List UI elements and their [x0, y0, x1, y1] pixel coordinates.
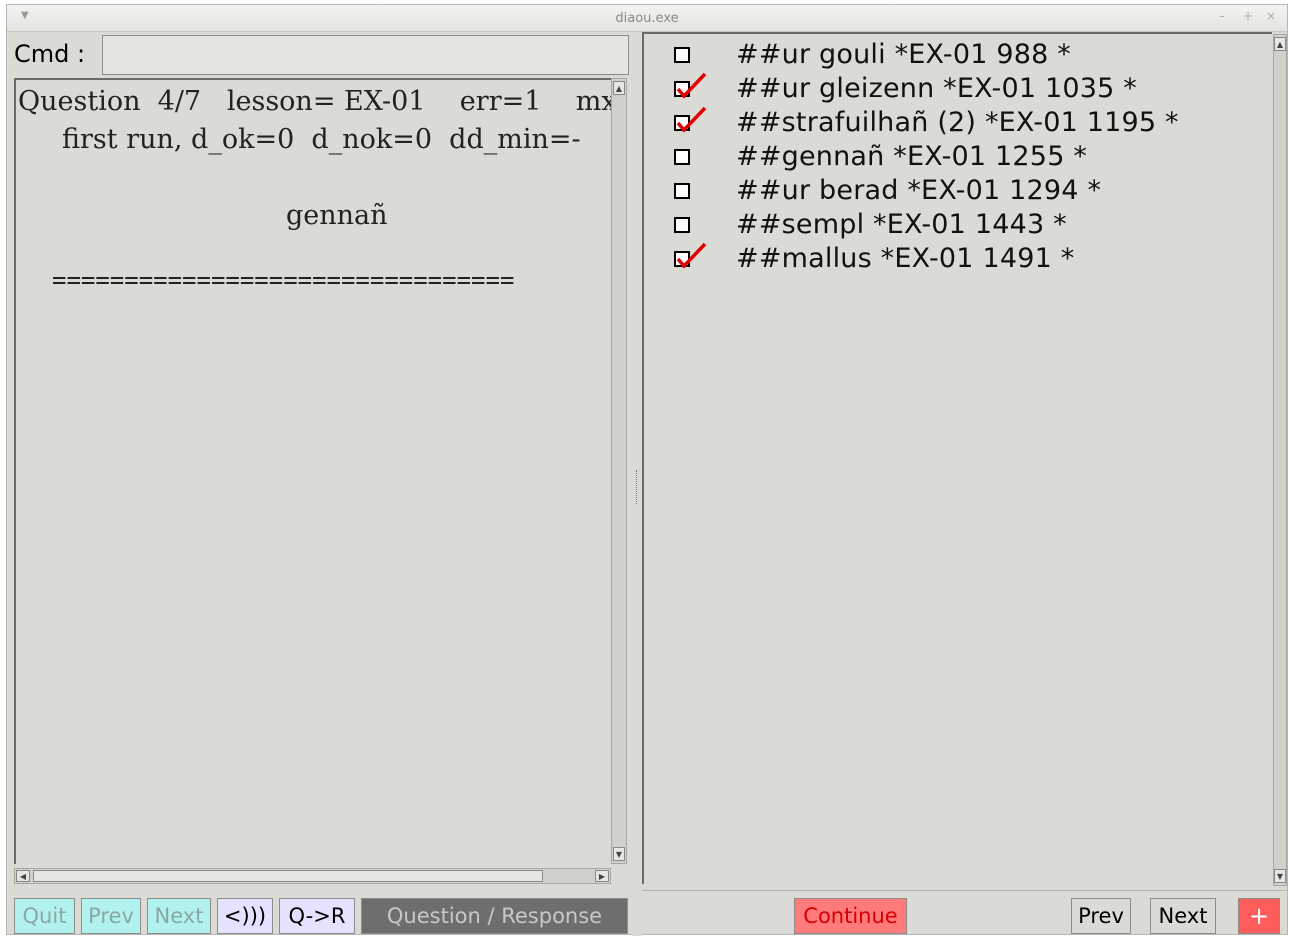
- scroll-down-icon[interactable]: ▼: [1274, 869, 1286, 883]
- list-item-label: ##ur berad *EX-01 1294 *: [736, 175, 1102, 206]
- quit-button[interactable]: Quit: [14, 898, 75, 934]
- checkmark-icon: [676, 242, 707, 269]
- list-item-label: ##ur gouli *EX-01 988 *: [736, 39, 1072, 70]
- minimize-icon[interactable]: –: [1219, 9, 1225, 23]
- title-bar: ▼ diaou.exe – + ×: [7, 5, 1287, 32]
- checkbox[interactable]: [674, 242, 707, 269]
- audio-button[interactable]: <))): [217, 898, 273, 934]
- add-button[interactable]: +: [1238, 898, 1280, 934]
- question-text-area[interactable]: Question 4/7 lesson= EX-01 err=1 mx firs…: [14, 78, 611, 864]
- horizontal-scroll-thumb[interactable]: [33, 870, 543, 882]
- checkbox[interactable]: [674, 106, 707, 133]
- word-list: ##ur gouli *EX-01 988 * ##ur gleizenn *E…: [642, 32, 1272, 884]
- list-item-label: ##ur gleizenn *EX-01 1035 *: [736, 73, 1137, 104]
- next-button[interactable]: Next: [1150, 898, 1216, 934]
- right-pane: ##ur gouli *EX-01 988 * ##ur gleizenn *E…: [642, 32, 1288, 934]
- run-stats-line: first run, d_ok=0 d_nok=0 dd_min=-: [62, 124, 581, 155]
- close-icon[interactable]: ×: [1266, 9, 1276, 23]
- left-pane: Cmd : Question 4/7 lesson= EX-01 err=1 m…: [10, 32, 632, 934]
- continue-button[interactable]: Continue: [794, 898, 907, 934]
- list-item-label: ##sempl *EX-01 1443 *: [736, 209, 1067, 240]
- cmd-label: Cmd :: [14, 40, 86, 68]
- checkbox[interactable]: [674, 149, 690, 165]
- question-header-line: Question 4/7 lesson= EX-01 err=1 mx: [18, 86, 611, 117]
- scroll-up-icon[interactable]: ▲: [1274, 37, 1286, 51]
- question-horizontal-scrollbar[interactable]: ◀ ▶: [14, 868, 611, 884]
- list-item-label: ##strafuilhañ (2) *EX-01 1195 *: [736, 107, 1179, 138]
- scroll-left-icon[interactable]: ◀: [16, 870, 30, 882]
- prev-button[interactable]: Prev: [81, 898, 141, 934]
- checkbox[interactable]: [674, 183, 690, 199]
- pane-splitter[interactable]: [632, 32, 642, 936]
- checkbox[interactable]: [674, 217, 690, 233]
- scroll-right-icon[interactable]: ▶: [595, 870, 609, 882]
- question-word: gennañ: [286, 200, 388, 231]
- list-vertical-scrollbar[interactable]: ▲ ▼: [1273, 34, 1287, 886]
- question-vertical-scrollbar[interactable]: ▲ ▼: [611, 78, 627, 864]
- splitter-grip[interactable]: [636, 470, 639, 504]
- list-item-label: ##gennañ *EX-01 1255 *: [736, 141, 1088, 172]
- q-to-r-button[interactable]: Q->R: [279, 898, 355, 934]
- checkbox[interactable]: [674, 47, 690, 63]
- cmd-input[interactable]: [102, 35, 629, 75]
- divider: [642, 890, 1288, 891]
- question-response-button[interactable]: Question / Response: [361, 898, 628, 934]
- scroll-down-icon[interactable]: ▼: [613, 847, 625, 861]
- checkmark-icon: [676, 72, 707, 99]
- separator-line: ================================: [52, 266, 515, 294]
- next-button[interactable]: Next: [147, 898, 211, 934]
- checkbox[interactable]: [674, 72, 707, 99]
- checkmark-icon: [676, 106, 707, 133]
- list-item-label: ##mallus *EX-01 1491 *: [736, 243, 1075, 274]
- app-window: ▼ diaou.exe – + × Cmd : Question 4/7 les…: [6, 4, 1288, 936]
- prev-button[interactable]: Prev: [1071, 898, 1131, 934]
- scroll-up-icon[interactable]: ▲: [613, 81, 625, 95]
- window-title: diaou.exe: [615, 11, 679, 26]
- maximize-icon[interactable]: +: [1243, 9, 1253, 23]
